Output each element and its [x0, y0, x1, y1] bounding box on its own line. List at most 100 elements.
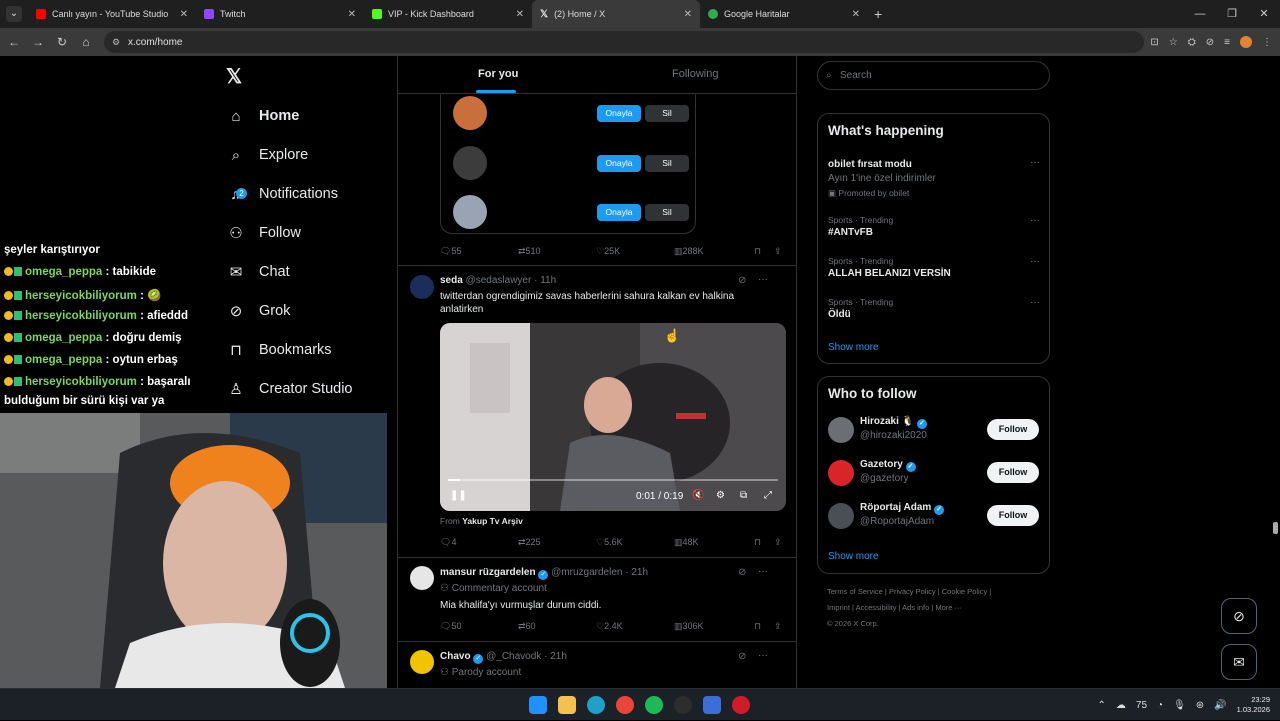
- spotify-icon[interactable]: [645, 696, 663, 714]
- back-icon[interactable]: ←: [2, 35, 26, 49]
- nav-notifications[interactable]: ♫2 Notifications: [227, 180, 338, 208]
- trend-item[interactable]: Sports · Trending Öldü ···: [828, 297, 1040, 320]
- chrome-icon[interactable]: [616, 696, 634, 714]
- footer-links[interactable]: Imprint | Accessibility | Ads info | Mor…: [827, 600, 1027, 616]
- author-name[interactable]: mansur rüzgardelen: [440, 567, 536, 578]
- close-tab-icon[interactable]: ✕: [516, 9, 524, 20]
- tab-following[interactable]: Following: [672, 68, 718, 80]
- close-tab-icon[interactable]: ✕: [684, 9, 692, 20]
- video-player[interactable]: ❚❚ 0:01 / 0:19 🔇 ⚙ ⧉ ⤢: [440, 323, 786, 511]
- follow-suggestion[interactable]: Röportaj Adam ✓ @RoportajAdam Follow: [828, 501, 1040, 531]
- shield-app-icon[interactable]: [703, 696, 721, 714]
- search-input[interactable]: ⌕ Search: [817, 61, 1050, 90]
- approve-button[interactable]: Onayla: [597, 155, 641, 172]
- tab-google-maps[interactable]: Google Haritalar ✕: [700, 0, 868, 28]
- more-options-icon[interactable]: ···: [1030, 157, 1040, 168]
- network-icon[interactable]: ◔: [1157, 700, 1163, 711]
- minimize-icon[interactable]: —: [1184, 0, 1216, 28]
- like-button[interactable]: ♡ 2.4K: [596, 621, 623, 632]
- link-icon[interactable]: ⊘: [1206, 37, 1214, 48]
- footer-links[interactable]: Terms of Service | Privacy Policy | Cook…: [827, 584, 1027, 600]
- bookmark-star-icon[interactable]: ☆: [1169, 37, 1178, 48]
- mute-icon[interactable]: 🔇: [692, 490, 704, 501]
- tab-kick[interactable]: VIP - Kick Dashboard ✕: [364, 0, 532, 28]
- approve-button[interactable]: Onayla: [597, 204, 641, 221]
- nav-grok[interactable]: ⊘ Grok: [227, 297, 291, 325]
- more-options-icon[interactable]: ···: [758, 650, 768, 661]
- more-options-icon[interactable]: ···: [1030, 215, 1040, 226]
- site-info-icon[interactable]: ⚙: [112, 37, 120, 48]
- pip-icon[interactable]: ⧉: [740, 490, 747, 501]
- more-options-icon[interactable]: ···: [758, 274, 768, 285]
- bookmark-icon[interactable]: ⊓: [754, 537, 761, 548]
- nav-chat[interactable]: ✉ Chat: [227, 258, 290, 286]
- tab-twitch[interactable]: Twitch ✕: [196, 0, 364, 28]
- delete-button[interactable]: Sil: [645, 105, 689, 122]
- grok-icon[interactable]: ⊘: [738, 567, 746, 578]
- author-name[interactable]: seda: [440, 275, 463, 286]
- close-tab-icon[interactable]: ✕: [852, 9, 860, 20]
- menu-icon[interactable]: ⋮: [1262, 37, 1272, 48]
- nav-creator-studio[interactable]: ♙ Creator Studio: [227, 375, 352, 403]
- avatar[interactable]: [410, 650, 434, 674]
- close-tab-icon[interactable]: ✕: [348, 9, 356, 20]
- close-window-icon[interactable]: ✕: [1248, 0, 1280, 28]
- obs-icon[interactable]: [674, 696, 692, 714]
- views-button[interactable]: ▥ 306K: [674, 621, 704, 632]
- extension-icon[interactable]: ⛭: [1188, 37, 1196, 48]
- reload-icon[interactable]: ↻: [50, 35, 74, 49]
- forward-icon[interactable]: →: [26, 35, 50, 49]
- grok-fab-icon[interactable]: ⊘: [1221, 598, 1257, 634]
- like-button[interactable]: ♡ 5.6K: [596, 537, 623, 548]
- follow-button[interactable]: Follow: [987, 462, 1039, 483]
- show-more-link[interactable]: Show more: [828, 342, 879, 353]
- nav-explore[interactable]: ⌕ Explore: [227, 141, 308, 169]
- author-handle[interactable]: @sedaslawyer · 11h: [466, 275, 557, 286]
- share-icon[interactable]: ⇪: [774, 621, 782, 632]
- wifi-icon[interactable]: ⊛: [1196, 700, 1204, 711]
- approve-button[interactable]: Onayla: [597, 105, 641, 122]
- author-name[interactable]: Chavo: [440, 651, 471, 662]
- more-options-icon[interactable]: ···: [1030, 256, 1040, 267]
- settings-icon[interactable]: ⚙: [716, 490, 725, 501]
- restore-icon[interactable]: ❐: [1216, 0, 1248, 28]
- install-icon[interactable]: ⊡: [1150, 37, 1158, 48]
- trend-item[interactable]: Sports · Trending #ANTvFB ···: [828, 215, 1040, 238]
- bookmark-icon[interactable]: ⊓: [754, 246, 761, 257]
- more-options-icon[interactable]: ···: [758, 566, 768, 577]
- nav-bookmarks[interactable]: ⊓ Bookmarks: [227, 336, 331, 364]
- views-button[interactable]: ▥ 48K: [674, 537, 699, 548]
- home-page-icon[interactable]: ⌂: [74, 35, 98, 49]
- trend-item[interactable]: obilet fırsat modu Ayın 1'ine özel indir…: [828, 157, 1040, 199]
- grok-icon[interactable]: ⊘: [738, 651, 746, 662]
- nav-home[interactable]: ⌂ Home: [227, 102, 299, 130]
- repost-button[interactable]: ⇄ 225: [518, 537, 541, 548]
- fullscreen-icon[interactable]: ⤢: [764, 490, 772, 501]
- views-button[interactable]: ▥ 288K: [674, 246, 704, 257]
- bookmark-icon[interactable]: ⊓: [754, 621, 761, 632]
- nav-follow[interactable]: ⚇ Follow: [227, 219, 301, 247]
- tab-for-you[interactable]: For you: [478, 68, 518, 80]
- page-scrollbar[interactable]: [1270, 56, 1280, 688]
- delete-button[interactable]: Sil: [645, 204, 689, 221]
- volume-icon[interactable]: 🔊: [1214, 700, 1226, 711]
- profile-avatar[interactable]: [1240, 36, 1252, 48]
- avatar[interactable]: [410, 275, 434, 299]
- tab-list-button[interactable]: ⌄: [6, 6, 22, 22]
- clock[interactable]: 23:29 1.03.2026: [1237, 695, 1270, 715]
- messages-fab-icon[interactable]: ✉: [1221, 644, 1257, 680]
- share-icon[interactable]: ⇪: [774, 246, 782, 257]
- author-handle[interactable]: @mruzgardelen · 21h: [551, 567, 648, 578]
- media-icon[interactable]: ≡: [1224, 37, 1230, 48]
- close-tab-icon[interactable]: ✕: [180, 9, 188, 20]
- delete-button[interactable]: Sil: [645, 155, 689, 172]
- tab-youtube-studio[interactable]: Canlı yayın - YouTube Studio ✕: [28, 0, 196, 28]
- like-button[interactable]: ♡ 25K: [596, 246, 620, 257]
- follow-suggestion[interactable]: Hirozaki 🐧 ✓ @hirozaki2020 Follow: [828, 415, 1040, 445]
- repost-button[interactable]: ⇄ 510: [518, 246, 541, 257]
- follow-suggestion[interactable]: Gazetory ✓ @gazetory Follow: [828, 458, 1040, 488]
- reply-button[interactable]: 🗨 4: [440, 537, 456, 548]
- new-tab-button[interactable]: +: [874, 6, 882, 22]
- avatar[interactable]: [410, 566, 434, 590]
- x-logo-icon[interactable]: 𝕏: [226, 64, 242, 89]
